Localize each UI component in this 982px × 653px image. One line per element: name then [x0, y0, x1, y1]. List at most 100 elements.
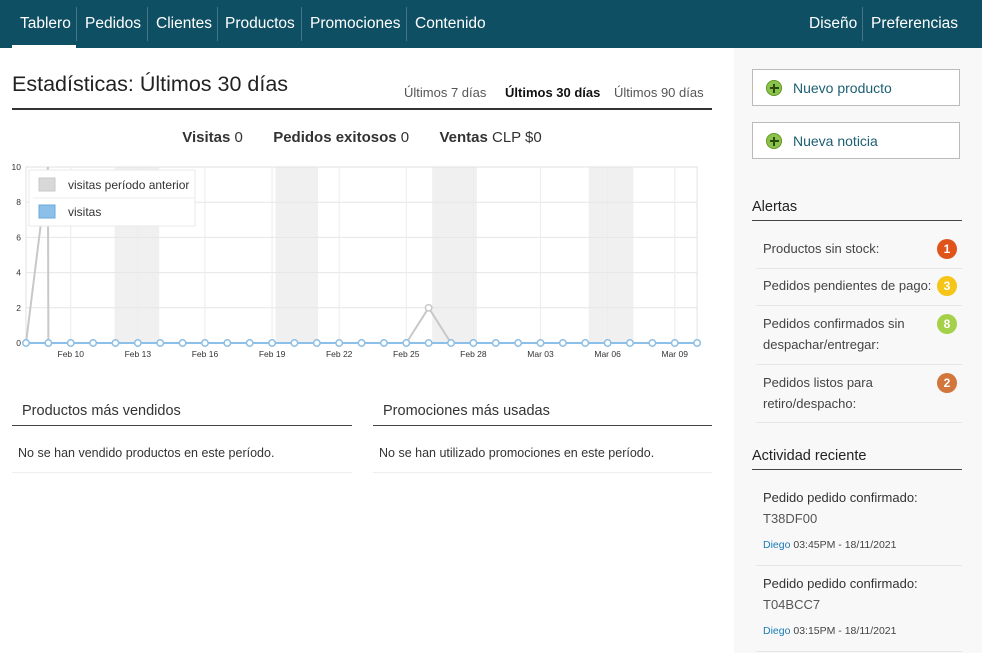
alert-count-badge[interactable]: 8 [937, 314, 957, 334]
period-30-days[interactable]: Últimos 30 días [505, 85, 600, 100]
series-visits-point [670, 339, 679, 347]
alert-out-of-stock[interactable]: Productos sin stock: [763, 238, 879, 259]
activity-separator [756, 565, 962, 566]
sales-label: Ventas [439, 129, 488, 146]
alerts-divider [752, 220, 962, 221]
nav-contenido[interactable]: Contenido [415, 0, 486, 48]
top-products-title: Productos más vendidos [22, 403, 181, 419]
series-visits-point [491, 339, 500, 347]
panel-divider [12, 425, 352, 426]
x-tick-label: Mar 09 [661, 349, 688, 359]
series-visits-point [357, 339, 366, 347]
alert-label: Pedidos confirmados sin [763, 316, 905, 331]
series-visits-point [44, 339, 53, 347]
alert-label: retiro/despacho: [763, 396, 857, 411]
alert-count-badge[interactable]: 2 [937, 373, 957, 393]
activity-meta: Diego 03:45PM - 18/11/2021 [763, 539, 897, 551]
nav-clientes[interactable]: Clientes [156, 0, 212, 48]
nav-diseno[interactable]: Diseño [809, 0, 857, 48]
alert-count-badge[interactable]: 3 [937, 276, 957, 296]
sales-value: CLP $0 [491, 129, 542, 146]
nav-divider [862, 7, 863, 41]
nav-promociones[interactable]: Promociones [310, 0, 400, 48]
activity-time: 03:15PM - 18/11/2021 [793, 625, 897, 637]
series-visits-point [268, 339, 277, 347]
series-visits-point [66, 339, 75, 347]
activity-user-link[interactable]: Diego [763, 539, 790, 551]
activity-order-code[interactable]: T38DF00 [763, 511, 817, 526]
series-visits-point [245, 339, 254, 347]
alert-label: Pedidos pendientes de pago: [763, 278, 932, 293]
nav-tablero[interactable]: Tablero [20, 0, 71, 48]
visits-line-chart: 0246810 Feb 10 Feb 13 Feb 16 Feb 19 Feb 22 Fe… [12, 162, 702, 359]
alert-confirmed-not-shipped[interactable]: Pedidos confirmados sin despachar/entreg… [763, 313, 905, 355]
activity-divider [752, 469, 962, 470]
y-tick-label: 4 [16, 268, 21, 278]
series-visits-point [201, 339, 209, 347]
stats-title: Estadísticas: Últimos 30 días [12, 72, 289, 96]
series-visits-point [558, 339, 567, 347]
series-visits-point [648, 339, 657, 347]
legend-label-previous: visitas período anterior [68, 178, 189, 192]
y-tick-label: 8 [16, 197, 21, 207]
legend-swatch-previous [38, 177, 56, 192]
series-visits-point [133, 339, 142, 347]
x-tick-label: Feb 13 [125, 349, 152, 359]
visits-label: Visitas [182, 129, 231, 146]
series-visits-point [581, 339, 590, 347]
new-product-button[interactable]: Nuevo producto [752, 69, 960, 106]
y-tick-label: 2 [16, 303, 21, 313]
series-visits-point [402, 339, 411, 347]
x-tick-label: Feb 28 [460, 349, 487, 359]
nav-preferencias[interactable]: Preferencias [871, 0, 958, 48]
x-axis-ticks: Feb 10 Feb 13 Feb 16 Feb 19 Feb 22 Feb 25 Feb … [58, 349, 689, 359]
nav-divider [301, 7, 302, 41]
x-tick-label: Feb 19 [259, 349, 286, 359]
new-news-label: Nueva noticia [793, 133, 878, 149]
activity-time: 03:45PM - 18/11/2021 [793, 539, 897, 551]
x-tick-label: Feb 16 [192, 349, 219, 359]
series-visits-point [335, 339, 344, 347]
activity-order-code[interactable]: T04BCC7 [763, 597, 820, 612]
series-visits-point [447, 339, 455, 347]
legend-swatch-visits [38, 204, 56, 219]
y-tick-label: 10 [12, 162, 22, 172]
alert-divider [756, 422, 962, 423]
period-7-days[interactable]: Últimos 7 días [404, 85, 486, 100]
new-news-button[interactable]: Nueva noticia [752, 122, 960, 159]
alert-label: Pedidos listos para [763, 375, 873, 390]
plus-circle-icon [766, 80, 782, 96]
legend-label-visits: visitas [68, 205, 101, 219]
period-90-days[interactable]: Últimos 90 días [614, 85, 704, 100]
series-visits-point [178, 339, 187, 347]
alert-ready-for-pickup[interactable]: Pedidos listos para retiro/despacho: [763, 372, 873, 414]
nav-divider [147, 7, 148, 41]
activity-user-link[interactable]: Diego [763, 625, 790, 637]
orders-label: Pedidos exitosos [273, 129, 397, 146]
alert-pending-payment[interactable]: Pedidos pendientes de pago: [763, 275, 931, 296]
series-visits-point [693, 339, 702, 347]
nav-productos[interactable]: Productos [225, 0, 295, 48]
x-tick-label: Feb 25 [393, 349, 420, 359]
series-visits-point [89, 339, 98, 347]
series-visits-point [290, 339, 299, 347]
alerts-title: Alertas [752, 199, 798, 215]
weekend-band [588, 167, 634, 343]
alert-count-badge[interactable]: 1 [937, 239, 957, 259]
title-divider [12, 108, 712, 110]
series-visits-point [626, 339, 634, 347]
series-visits-point [514, 339, 523, 347]
x-tick-label: Mar 06 [594, 349, 621, 359]
nav-pedidos[interactable]: Pedidos [85, 0, 141, 48]
top-navigation: Tablero Pedidos Clientes Productos Promo… [0, 0, 982, 48]
y-axis-ticks: 0 2 4 6 8 10 [12, 162, 22, 348]
top-promotions-title: Promociones más usadas [383, 403, 550, 419]
panel-bottom-line [373, 472, 712, 473]
series-visits-point [536, 339, 545, 347]
nav-divider [406, 7, 407, 41]
alert-divider [756, 305, 962, 306]
x-tick-label: Feb 10 [58, 349, 85, 359]
activity-title: Pedido pedido confirmado: [763, 576, 918, 591]
alert-divider [756, 268, 962, 269]
orders-value: 0 [400, 129, 410, 146]
